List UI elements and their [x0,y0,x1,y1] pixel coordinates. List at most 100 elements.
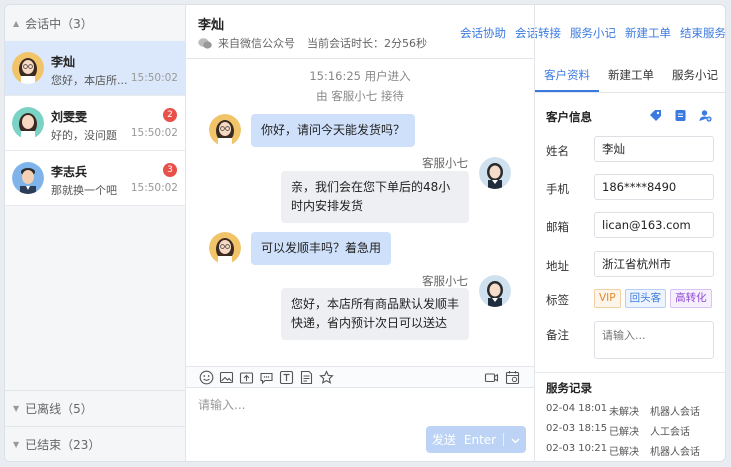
name-field[interactable]: 李灿 [594,136,714,162]
conversation-time: 15:50:02 [130,127,178,139]
conversation-name: 刘雯雯 [51,110,88,124]
emoji-icon[interactable] [199,370,214,385]
record-type: 机器人会话 [650,407,700,418]
panel-tabs: 客户资料 新建工单 服务小记 [535,59,725,93]
agent-message-line: 您好，本店所有商品默认发顺丰 [291,297,460,311]
chevron-down-icon: ▼ [13,440,20,449]
record-status: 未解决 [609,407,639,418]
conversation-name: 李志兵 [51,165,88,179]
wechat-icon [198,37,212,49]
customer-message: 可以发顺丰吗？着急用 [251,232,392,265]
chat-duration: 当前会话时长：2分56秒 [307,37,427,50]
chevron-down-icon: ▼ [13,404,20,413]
agent-message: 亲，我们会在您下单后的48小 时内安排发货 [281,171,469,223]
record-time: 02-03 18:15 [546,423,608,434]
field-label-tags: 标签 [546,293,569,307]
service-record-row[interactable]: 02-03 18:15 已解决 人工会话 [546,423,690,438]
customer-avatar [209,232,241,264]
conversation-snippet: 那就换一个吧 [51,184,117,197]
video-icon[interactable] [484,370,499,385]
avatar [12,162,44,194]
conversation-snippet: 您好，本店所... [51,74,128,87]
service-record-row[interactable]: 02-04 18:01 未解决 机器人会话 [546,403,700,418]
system-message: 由 客服小七 接待 [316,89,404,103]
group-active-label: 会话中（3） [25,16,93,31]
customer-panel: 客户资料 新建工单 服务小记 客户信息 姓名 李灿 手机 186****8490… [534,5,725,461]
chat-title: 李灿 [198,18,225,33]
conversation-sidebar: ▲ 会话中（3） 李灿 您好，本店所... 15:50:02 刘雯雯 好的，没问… [5,5,186,461]
group-ended-label: 已结束（23） [25,438,101,452]
doc-icon[interactable] [674,109,687,122]
tab-service-note[interactable]: 服务小记 [663,59,725,92]
tag-vip[interactable]: VIP [594,289,621,308]
phone-field[interactable]: 186****8490 [594,174,714,200]
divider [535,372,725,373]
service-record-row[interactable]: 02-03 10:21 已解决 机器人会话 [546,443,700,458]
text-icon[interactable] [279,370,294,385]
star-icon[interactable] [319,370,334,385]
note-icon[interactable] [299,370,314,385]
upload-icon[interactable] [239,370,254,385]
chat-bubble-icon[interactable] [259,370,274,385]
record-type: 机器人会话 [650,447,700,458]
tag-returning[interactable]: 回头客 [624,289,667,308]
agent-name: 客服小七 [422,274,468,288]
conversation-time: 15:50:02 [130,72,178,84]
tag-list: VIP 回头客 高转化 [594,289,716,308]
app-window: ▲ 会话中（3） 李灿 您好，本店所... 15:50:02 刘雯雯 好的，没问… [4,4,726,462]
group-ended[interactable]: ▼ 已结束（23） [5,426,185,461]
email-field[interactable]: lican@163.com [594,212,714,238]
group-offline[interactable]: ▼ 已离线（5） [5,390,185,426]
chevron-up-icon: ▲ [13,18,20,28]
tag-high-conversion[interactable]: 高转化 [670,289,712,308]
send-button[interactable]: 发送 Enter [426,426,526,453]
agent-avatar [479,157,511,189]
calendar-icon[interactable] [505,370,520,385]
record-time: 02-03 10:21 [546,443,608,454]
conversation-snippet: 好的，没问题 [51,129,117,142]
records-title: 服务记录 [546,381,592,395]
send-hint: Enter [463,432,497,447]
agent-message-line: 时内安排发货 [291,199,364,213]
chevron-down-icon[interactable] [511,433,520,447]
conversation-item[interactable]: 李灿 您好，本店所... 15:50:02 [5,41,185,96]
record-type: 人工会话 [650,427,690,438]
user-add-icon[interactable] [699,109,712,122]
tab-new-ticket[interactable]: 新建工单 [599,59,663,92]
field-label-address: 地址 [546,259,569,273]
tag-icon[interactable] [649,109,662,122]
agent-message-line: 快递，省内预计次日可以送达 [291,316,448,330]
unread-badge: 2 [163,108,177,122]
section-title: 客户信息 [546,110,592,124]
agent-message: 您好，本店所有商品默认发顺丰 快递，省内预计次日可以送达 [281,288,469,340]
field-label-note: 备注 [546,328,569,342]
conversation-name: 李灿 [51,55,76,69]
image-icon[interactable] [219,370,234,385]
composer: 发送 Enter [186,388,534,461]
note-field[interactable] [594,321,714,359]
field-label-email: 邮箱 [546,220,569,234]
group-active[interactable]: ▲ 会话中（3） [5,5,185,41]
record-time: 02-04 18:01 [546,403,608,414]
field-label-phone: 手机 [546,182,569,196]
tab-customer-info[interactable]: 客户资料 [535,59,599,92]
record-status: 已解决 [609,447,639,458]
agent-name: 客服小七 [422,156,468,170]
unread-badge: 3 [163,163,177,177]
chat-meta: 来自微信公众号 当前会话时长：2分56秒 [198,35,427,51]
conversation-time: 15:50:02 [130,182,178,194]
message-input[interactable] [186,388,534,428]
avatar [12,107,44,139]
composer-toolbar [186,366,534,388]
address-field[interactable]: 浙江省杭州市 [594,251,714,277]
assist-button[interactable]: 会话协助 [460,25,506,41]
conversation-item[interactable]: 刘雯雯 好的，没问题 15:50:02 2 [5,96,185,151]
agent-message-line: 亲，我们会在您下单后的48小 [291,180,451,194]
send-label: 发送 [431,433,456,447]
group-offline-label: 已离线（5） [25,402,93,416]
chat-source: 来自微信公众号 [218,37,295,50]
section-actions [649,109,724,122]
chat-pane: 李灿 来自微信公众号 当前会话时长：2分56秒 会话协助 会话转接 服务小记 新… [186,5,725,461]
conversation-item[interactable]: 李志兵 那就换一个吧 15:50:02 3 [5,151,185,206]
avatar [12,52,44,84]
